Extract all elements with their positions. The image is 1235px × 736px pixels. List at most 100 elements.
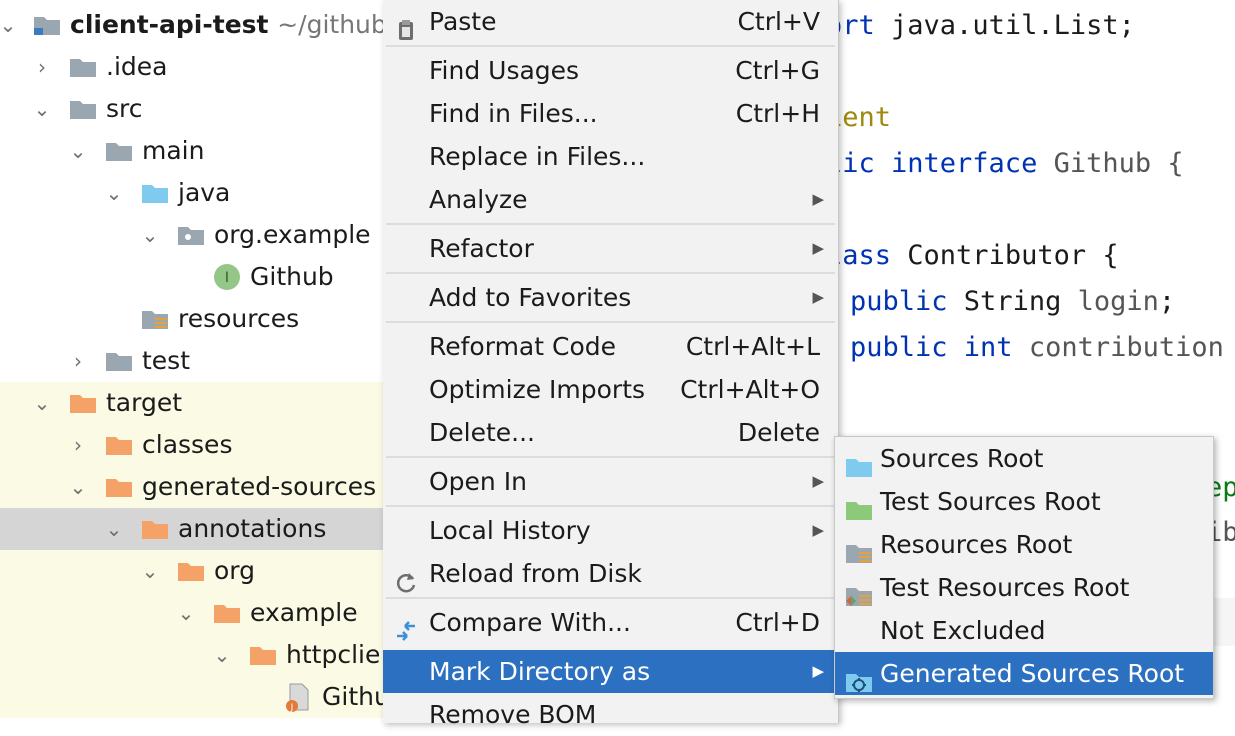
chevron-down-icon[interactable]: ⌄ bbox=[176, 592, 196, 634]
menu-item-open-in[interactable]: Open In ▶ bbox=[383, 460, 838, 503]
menu-separator bbox=[386, 272, 835, 274]
menu-separator bbox=[386, 505, 835, 507]
tree-row-main[interactable]: ⌄ main bbox=[0, 130, 400, 172]
submenu-arrow-icon: ▶ bbox=[812, 521, 824, 539]
svg-text:J: J bbox=[290, 703, 294, 712]
menu-item-reformat-code[interactable]: Reformat Code Ctrl+Alt+L bbox=[383, 325, 838, 368]
menu-item-remove-bom[interactable]: Remove BOM bbox=[383, 693, 838, 736]
tree-row-example[interactable]: ⌄ example bbox=[0, 592, 400, 634]
menu-item-paste[interactable]: Paste Ctrl+V bbox=[383, 0, 838, 43]
menu-item-add-to-favorites[interactable]: Add to Favorites ▶ bbox=[383, 276, 838, 319]
compare-icon bbox=[395, 612, 417, 641]
excluded-folder-icon bbox=[248, 644, 278, 666]
tree-row-org-example[interactable]: ⌄ org.example bbox=[0, 214, 400, 256]
chevron-down-icon[interactable]: ⌄ bbox=[212, 634, 232, 676]
shortcut-label: Ctrl+V bbox=[737, 7, 820, 36]
submenu-item-not-excluded[interactable]: Not Excluded bbox=[835, 609, 1213, 652]
menu-item-find-in-files[interactable]: Find in Files... Ctrl+H bbox=[383, 92, 838, 135]
tree-row-github-java[interactable]: J Githu bbox=[0, 676, 400, 718]
shortcut-label: Ctrl+H bbox=[735, 99, 820, 128]
sources-root-folder-icon bbox=[140, 182, 170, 204]
tree-row-label: src bbox=[106, 94, 143, 123]
code-line: public int contribution bbox=[850, 332, 1224, 363]
chevron-down-icon[interactable]: ⌄ bbox=[140, 550, 160, 592]
folder-icon bbox=[104, 350, 134, 372]
menu-item-find-usages[interactable]: Find Usages Ctrl+G bbox=[383, 49, 838, 92]
tree-row-src[interactable]: ⌄ src bbox=[0, 88, 400, 130]
tree-row-test[interactable]: › test bbox=[0, 340, 400, 382]
menu-item-optimize-imports[interactable]: Optimize Imports Ctrl+Alt+O bbox=[383, 368, 838, 411]
menu-separator bbox=[386, 321, 835, 323]
package-icon bbox=[176, 224, 206, 246]
menu-item-refactor[interactable]: Refactor ▶ bbox=[383, 227, 838, 270]
svg-text:I: I bbox=[225, 270, 229, 286]
chevron-down-icon[interactable]: ⌄ bbox=[140, 214, 160, 256]
shortcut-label: Ctrl+Alt+O bbox=[680, 375, 820, 404]
code-line: lic interface Github { bbox=[826, 148, 1184, 179]
submenu-item-sources-root[interactable]: Sources Root bbox=[835, 437, 1213, 480]
chevron-right-icon[interactable]: › bbox=[32, 46, 52, 88]
tree-row-generated-sources[interactable]: ⌄ generated-sources bbox=[0, 466, 400, 508]
submenu-arrow-icon: ▶ bbox=[812, 190, 824, 208]
tree-row-classes[interactable]: › classes bbox=[0, 424, 400, 466]
tree-row-httpclient[interactable]: ⌄ httpclie bbox=[0, 634, 400, 676]
menu-separator bbox=[386, 223, 835, 225]
chevron-down-icon[interactable]: ⌄ bbox=[104, 508, 124, 550]
chevron-down-icon[interactable]: ⌄ bbox=[68, 130, 88, 172]
menu-item-mark-directory-as[interactable]: Mark Directory as ▶ bbox=[383, 650, 838, 693]
shortcut-label: Ctrl+G bbox=[735, 56, 820, 85]
menu-item-delete[interactable]: Delete... Delete bbox=[383, 411, 838, 454]
tree-row-label: annotations bbox=[178, 514, 327, 543]
submenu-item-generated-sources-root[interactable]: Generated Sources Root bbox=[835, 652, 1213, 695]
excluded-folder-icon bbox=[176, 560, 206, 582]
menu-item-local-history[interactable]: Local History ▶ bbox=[383, 509, 838, 552]
tree-row-project[interactable]: ⌄ client-api-test ~/github/ bbox=[0, 4, 400, 46]
tree-row-label: .idea bbox=[106, 52, 168, 81]
submenu-arrow-icon: ▶ bbox=[812, 662, 824, 680]
tree-row-label: org bbox=[214, 556, 256, 585]
menu-item-reload-from-disk[interactable]: Reload from Disk bbox=[383, 552, 838, 595]
tree-row-label: Githu bbox=[322, 682, 390, 711]
shortcut-label: Ctrl+D bbox=[735, 608, 820, 637]
tree-row-label: generated-sources bbox=[142, 472, 377, 501]
tree-row-label: resources bbox=[178, 304, 300, 333]
tree-row-java[interactable]: ⌄ java bbox=[0, 172, 400, 214]
tree-row-target[interactable]: ⌄ target bbox=[0, 382, 400, 424]
tree-row-resources[interactable]: resources bbox=[0, 298, 400, 340]
submenu-item-test-sources-root[interactable]: Test Sources Root bbox=[835, 480, 1213, 523]
tree-row-label: httpclie bbox=[286, 640, 381, 669]
submenu-item-resources-root[interactable]: Resources Root bbox=[835, 523, 1213, 566]
chevron-right-icon[interactable]: › bbox=[68, 340, 88, 382]
tree-row-annotations[interactable]: ⌄ annotations bbox=[0, 508, 400, 550]
context-menu: Paste Ctrl+V Find Usages Ctrl+G Find in … bbox=[383, 0, 839, 729]
project-module-icon bbox=[32, 14, 62, 36]
tree-row-label: target bbox=[106, 388, 183, 417]
menu-item-replace-in-files[interactable]: Replace in Files... bbox=[383, 135, 838, 178]
tree-row-idea[interactable]: › .idea bbox=[0, 46, 400, 88]
tree-row-org[interactable]: ⌄ org bbox=[0, 550, 400, 592]
submenu-arrow-icon: ▶ bbox=[812, 472, 824, 490]
menu-item-analyze[interactable]: Analyze ▶ bbox=[383, 178, 838, 221]
chevron-down-icon[interactable]: ⌄ bbox=[0, 4, 18, 46]
tree-row-label: Github bbox=[250, 262, 334, 291]
chevron-down-icon[interactable]: ⌄ bbox=[68, 466, 88, 508]
tree-row-label: classes bbox=[142, 430, 233, 459]
chevron-down-icon[interactable]: ⌄ bbox=[32, 382, 52, 424]
resources-root-icon bbox=[844, 534, 874, 563]
project-name: client-api-test bbox=[70, 10, 269, 39]
submenu-item-test-resources-root[interactable]: Test Resources Root bbox=[835, 566, 1213, 609]
chevron-down-icon[interactable]: ⌄ bbox=[104, 172, 124, 214]
excluded-folder-icon bbox=[104, 476, 134, 498]
test-resources-root-icon bbox=[844, 577, 874, 606]
tree-row-label: main bbox=[142, 136, 205, 165]
shortcut-label: Delete bbox=[737, 418, 820, 447]
tree-row-github[interactable]: I Github bbox=[0, 256, 400, 298]
clipboard-icon bbox=[395, 11, 417, 40]
folder-icon bbox=[104, 140, 134, 162]
chevron-right-icon[interactable]: › bbox=[68, 424, 88, 466]
excluded-folder-icon bbox=[212, 602, 242, 624]
menu-separator bbox=[386, 597, 835, 599]
chevron-down-icon[interactable]: ⌄ bbox=[32, 88, 52, 130]
java-file-icon: J bbox=[284, 682, 310, 712]
menu-item-compare-with[interactable]: Compare With... Ctrl+D bbox=[383, 601, 838, 644]
